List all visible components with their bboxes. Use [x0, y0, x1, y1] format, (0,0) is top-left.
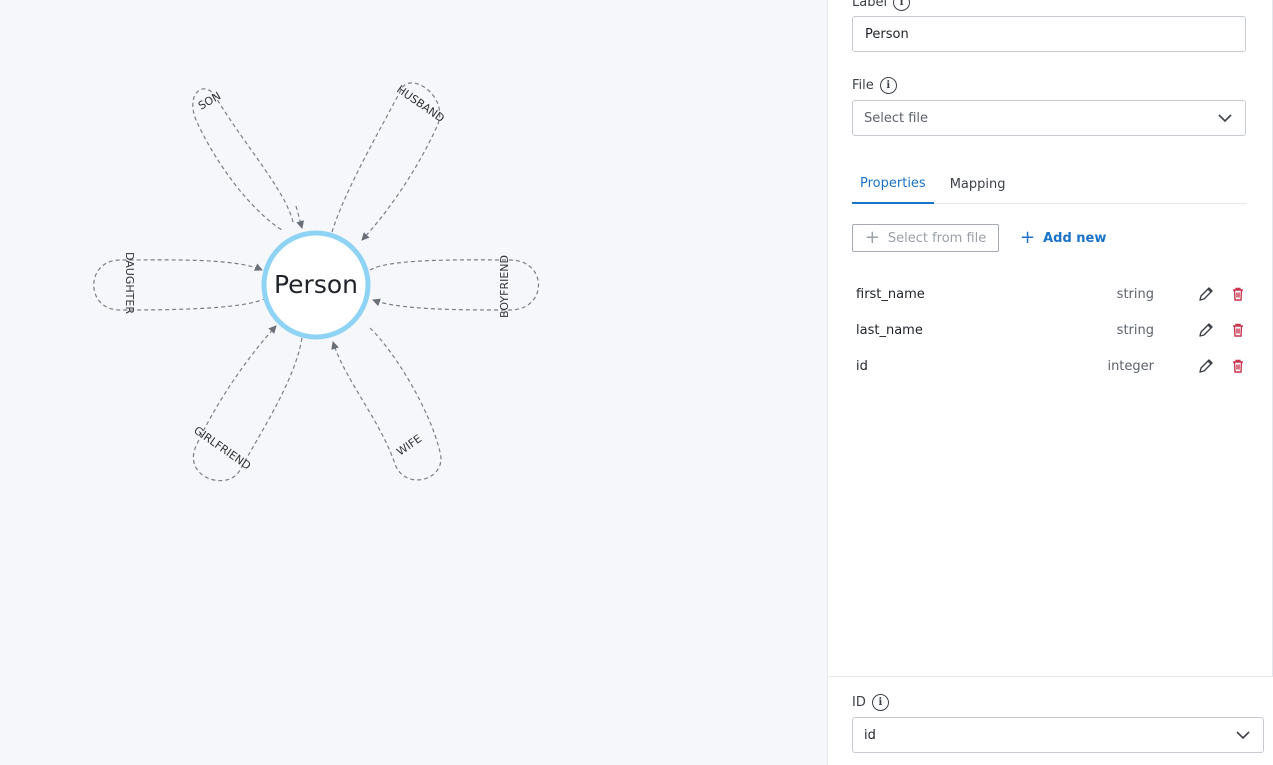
add-new-label: Add new — [1043, 230, 1107, 246]
property-type: integer — [1107, 358, 1154, 374]
person-node[interactable]: Person — [261, 230, 371, 340]
property-type: string — [1116, 286, 1154, 302]
plus-icon: + — [864, 227, 880, 248]
select-from-file-button[interactable]: + Select from file — [852, 224, 999, 252]
chevron-down-icon — [1218, 114, 1232, 123]
plus-icon: + — [1020, 227, 1036, 248]
rel-label-boyfriend[interactable]: BOYFRIEND — [498, 255, 511, 318]
id-section: ID i id — [827, 676, 1273, 765]
rel-label-girlfriend[interactable]: GIRLFRIEND — [191, 424, 253, 473]
info-icon[interactable]: i — [879, 77, 897, 94]
trash-icon[interactable] — [1230, 322, 1246, 338]
rel-label-daughter[interactable]: DAUGHTER — [123, 252, 136, 314]
label-input[interactable]: Person — [852, 16, 1246, 52]
tab-mapping[interactable]: Mapping — [942, 164, 1014, 204]
property-name: last_name — [856, 322, 923, 338]
label-label-text: Label — [852, 0, 888, 10]
relationship-loop-son[interactable] — [192, 88, 294, 231]
id-select[interactable]: id — [852, 717, 1264, 753]
trash-icon[interactable] — [1230, 286, 1246, 302]
node-label: Person — [274, 270, 358, 299]
trash-icon[interactable] — [1230, 358, 1246, 374]
relationship-loop-boyfriend[interactable] — [369, 259, 540, 311]
graph-svg[interactable]: SON HUSBAND DAUGHTER BOYFRIEND GIRLFRIEN… — [0, 0, 827, 765]
pencil-icon[interactable] — [1198, 322, 1214, 338]
relationship-loop-wife[interactable] — [331, 327, 442, 481]
file-field-label: File i — [852, 77, 897, 94]
chevron-down-icon — [1236, 731, 1250, 740]
id-label-text: ID — [852, 695, 866, 710]
id-select-value: id — [864, 727, 876, 743]
property-type: string — [1116, 322, 1154, 338]
pencil-icon[interactable] — [1198, 286, 1214, 302]
info-icon[interactable]: i — [893, 0, 911, 11]
property-row: last_name string — [856, 312, 1246, 348]
add-new-button[interactable]: + Add new — [1020, 224, 1106, 252]
file-label-text: File — [852, 78, 874, 93]
id-field-label: ID i — [852, 694, 889, 711]
properties-panel: Label i Person File i Select file Proper… — [827, 0, 1273, 676]
pencil-icon[interactable] — [1198, 358, 1214, 374]
property-row: id integer — [856, 348, 1246, 384]
rel-label-husband[interactable]: HUSBAND — [394, 83, 447, 125]
property-row: first_name string — [856, 276, 1246, 312]
property-name: id — [856, 358, 868, 374]
graph-canvas[interactable]: SON HUSBAND DAUGHTER BOYFRIEND GIRLFRIEN… — [0, 0, 827, 765]
info-icon[interactable]: i — [871, 694, 889, 711]
rel-label-son[interactable]: SON — [196, 89, 223, 112]
file-select[interactable]: Select file — [852, 100, 1246, 136]
label-input-value: Person — [865, 26, 909, 42]
rel-label-wife[interactable]: WIFE — [394, 432, 424, 458]
property-name: first_name — [856, 286, 925, 302]
select-from-file-label: Select from file — [887, 230, 987, 246]
label-field-label: Label i — [852, 0, 911, 11]
tab-properties[interactable]: Properties — [852, 164, 934, 204]
relationship-loop-daughter[interactable] — [93, 259, 267, 311]
file-select-placeholder: Select file — [864, 110, 929, 126]
panel-tabs: Properties Mapping — [852, 164, 1247, 204]
